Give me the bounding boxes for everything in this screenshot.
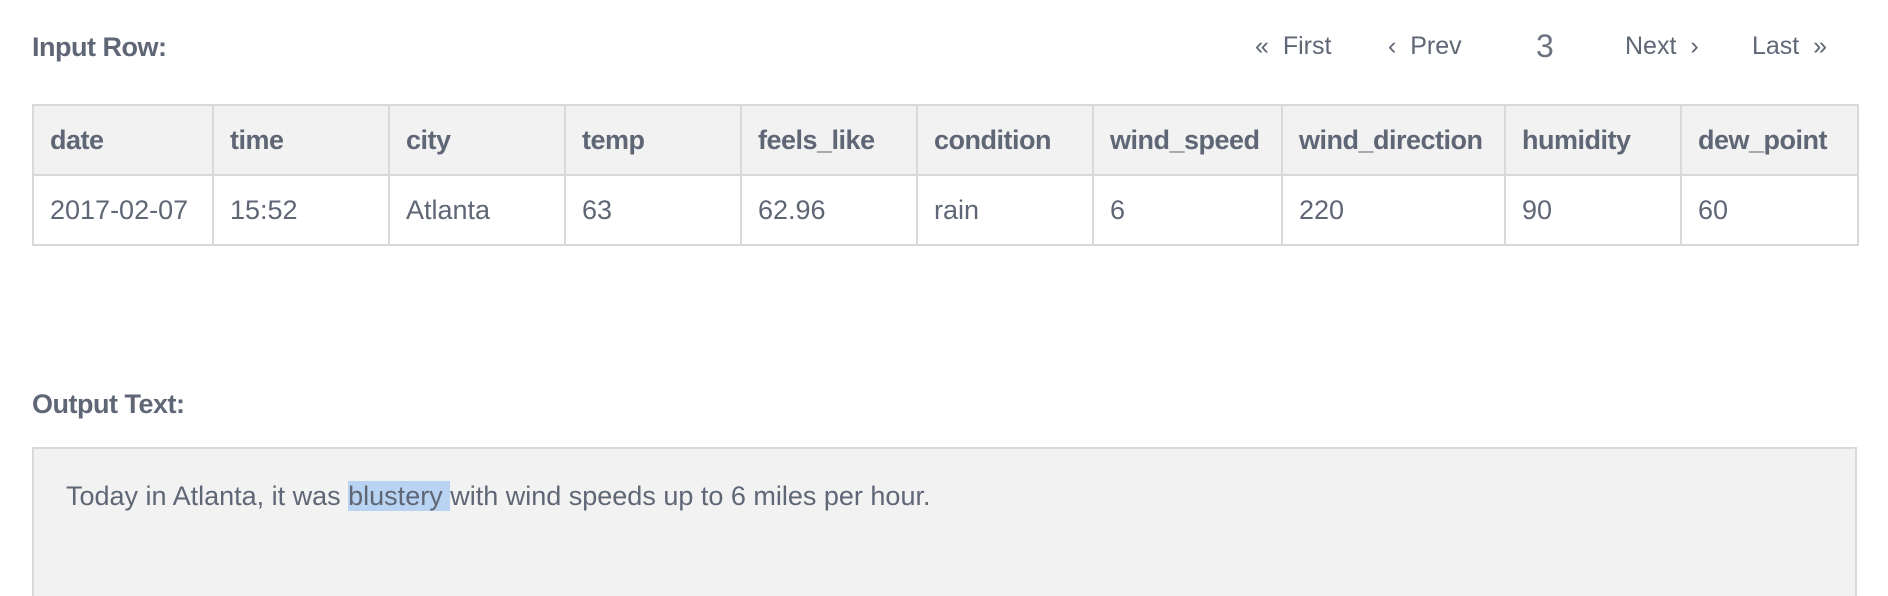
table-cell: 62.96 — [740, 174, 918, 246]
column-header: condition — [916, 104, 1094, 176]
column-header: temp — [564, 104, 742, 176]
page: Input Row: « First ‹ Prev 3 Next › Last … — [0, 0, 1888, 596]
prev-label: Prev — [1410, 32, 1462, 60]
output-text-after: with wind speeds up to 6 miles per hour. — [450, 481, 931, 511]
next-page-button[interactable]: Next › — [1625, 26, 1699, 66]
table-cell: 220 — [1281, 174, 1506, 246]
double-chevron-left-icon: « — [1255, 32, 1269, 60]
column-header: date — [32, 104, 214, 176]
last-page-button[interactable]: Last » — [1752, 26, 1827, 66]
first-label: First — [1282, 32, 1332, 60]
column-header: time — [212, 104, 390, 176]
column-header: city — [388, 104, 566, 176]
input-row-label: Input Row: — [32, 32, 167, 62]
last-label: Last — [1752, 32, 1800, 60]
table-header-row: date time city temp feels_like condition… — [32, 104, 1859, 176]
table-cell: 2017-02-07 — [32, 174, 214, 246]
prev-page-button[interactable]: ‹ Prev — [1388, 26, 1462, 66]
column-header: wind_direction — [1281, 104, 1506, 176]
table-cell: 15:52 — [212, 174, 390, 246]
output-text-label: Output Text: — [32, 389, 185, 419]
column-header: dew_point — [1680, 104, 1859, 176]
pagination: « First ‹ Prev 3 Next › Last » — [700, 26, 1888, 66]
current-page-number[interactable]: 3 — [1536, 26, 1554, 66]
next-label: Next — [1625, 32, 1677, 60]
output-text-before: Today in Atlanta, it was — [66, 481, 349, 511]
chevron-left-icon: ‹ — [1388, 32, 1397, 60]
table-cell: rain — [916, 174, 1094, 246]
double-chevron-right-icon: » — [1813, 32, 1828, 60]
table-cell: 60 — [1680, 174, 1859, 246]
table-cell: Atlanta — [388, 174, 566, 246]
table-row: 2017-02-07 15:52 Atlanta 63 62.96 rain 6… — [32, 174, 1859, 246]
table-cell: 90 — [1504, 174, 1682, 246]
table-cell: 63 — [564, 174, 742, 246]
table-cell: 6 — [1092, 174, 1283, 246]
column-header: wind_speed — [1092, 104, 1283, 176]
column-header: humidity — [1504, 104, 1682, 176]
input-row-table: date time city temp feels_like condition… — [32, 104, 1859, 246]
output-text-selection[interactable]: blustery — [348, 481, 451, 511]
chevron-right-icon: › — [1690, 32, 1699, 60]
column-header: feels_like — [740, 104, 918, 176]
output-text-box[interactable]: Today in Atlanta, it was blustery with w… — [32, 447, 1857, 596]
first-page-button[interactable]: « First — [1255, 26, 1331, 66]
